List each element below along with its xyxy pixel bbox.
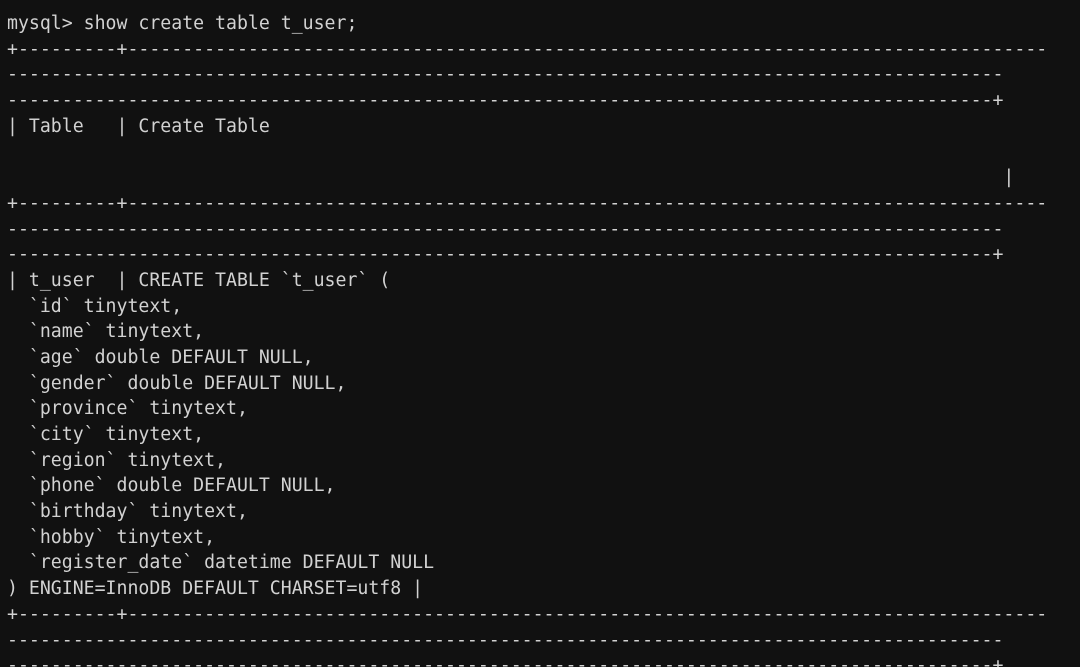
terminal-line-header-row-end: | [7,167,1015,189]
terminal-line-column-hobby: `hobby` tinytext, [7,526,216,548]
terminal-line-separator-mid-2: ----------------------------------------… [7,218,1004,240]
terminal-line-column-register-date: `register_date` datetime DEFAULT NULL [7,552,435,574]
terminal-line-separator-top-1: +---------+-----------------------------… [7,38,1048,60]
terminal-line-column-age: `age` double DEFAULT NULL, [7,346,314,368]
terminal-line-column-region: `region` tinytext, [7,449,226,471]
terminal-line-column-name: `name` tinytext, [7,321,205,343]
terminal-line-column-id: `id` tinytext, [7,295,183,317]
terminal-line-separator-mid-3: ----------------------------------------… [7,244,1004,266]
terminal-line-header-wrap-blank [7,139,1080,165]
terminal-line-engine-clause: ) ENGINE=InnoDB DEFAULT CHARSET=utf8 | [7,578,424,600]
terminal-line-data-row: | t_user | CREATE TABLE `t_user` ( [7,269,391,291]
terminal-line-separator-bottom-1: +---------+-----------------------------… [7,603,1048,625]
terminal-line-column-gender: `gender` double DEFAULT NULL, [7,372,347,394]
terminal-line-command: mysql> show create table t_user; [7,13,358,34]
terminal-line-column-province: `province` tinytext, [7,398,248,420]
terminal-line-separator-bottom-2: ----------------------------------------… [7,629,1004,651]
terminal-output: mysql> show create table t_user; +------… [7,11,1080,667]
terminal-window[interactable]: mysql> show create table t_user; +------… [0,0,1080,667]
terminal-line-separator-mid-1: +---------+-----------------------------… [7,192,1048,214]
terminal-line-column-phone: `phone` double DEFAULT NULL, [7,475,336,497]
terminal-line-separator-top-2: ----------------------------------------… [7,64,1004,86]
terminal-line-separator-top-3: ----------------------------------------… [7,90,1004,112]
terminal-line-separator-bottom-3: ----------------------------------------… [7,655,1004,667]
terminal-line-column-birthday: `birthday` tinytext, [7,501,248,523]
terminal-line-header-row: | Table | Create Table [7,115,270,137]
terminal-line-column-city: `city` tinytext, [7,424,205,445]
